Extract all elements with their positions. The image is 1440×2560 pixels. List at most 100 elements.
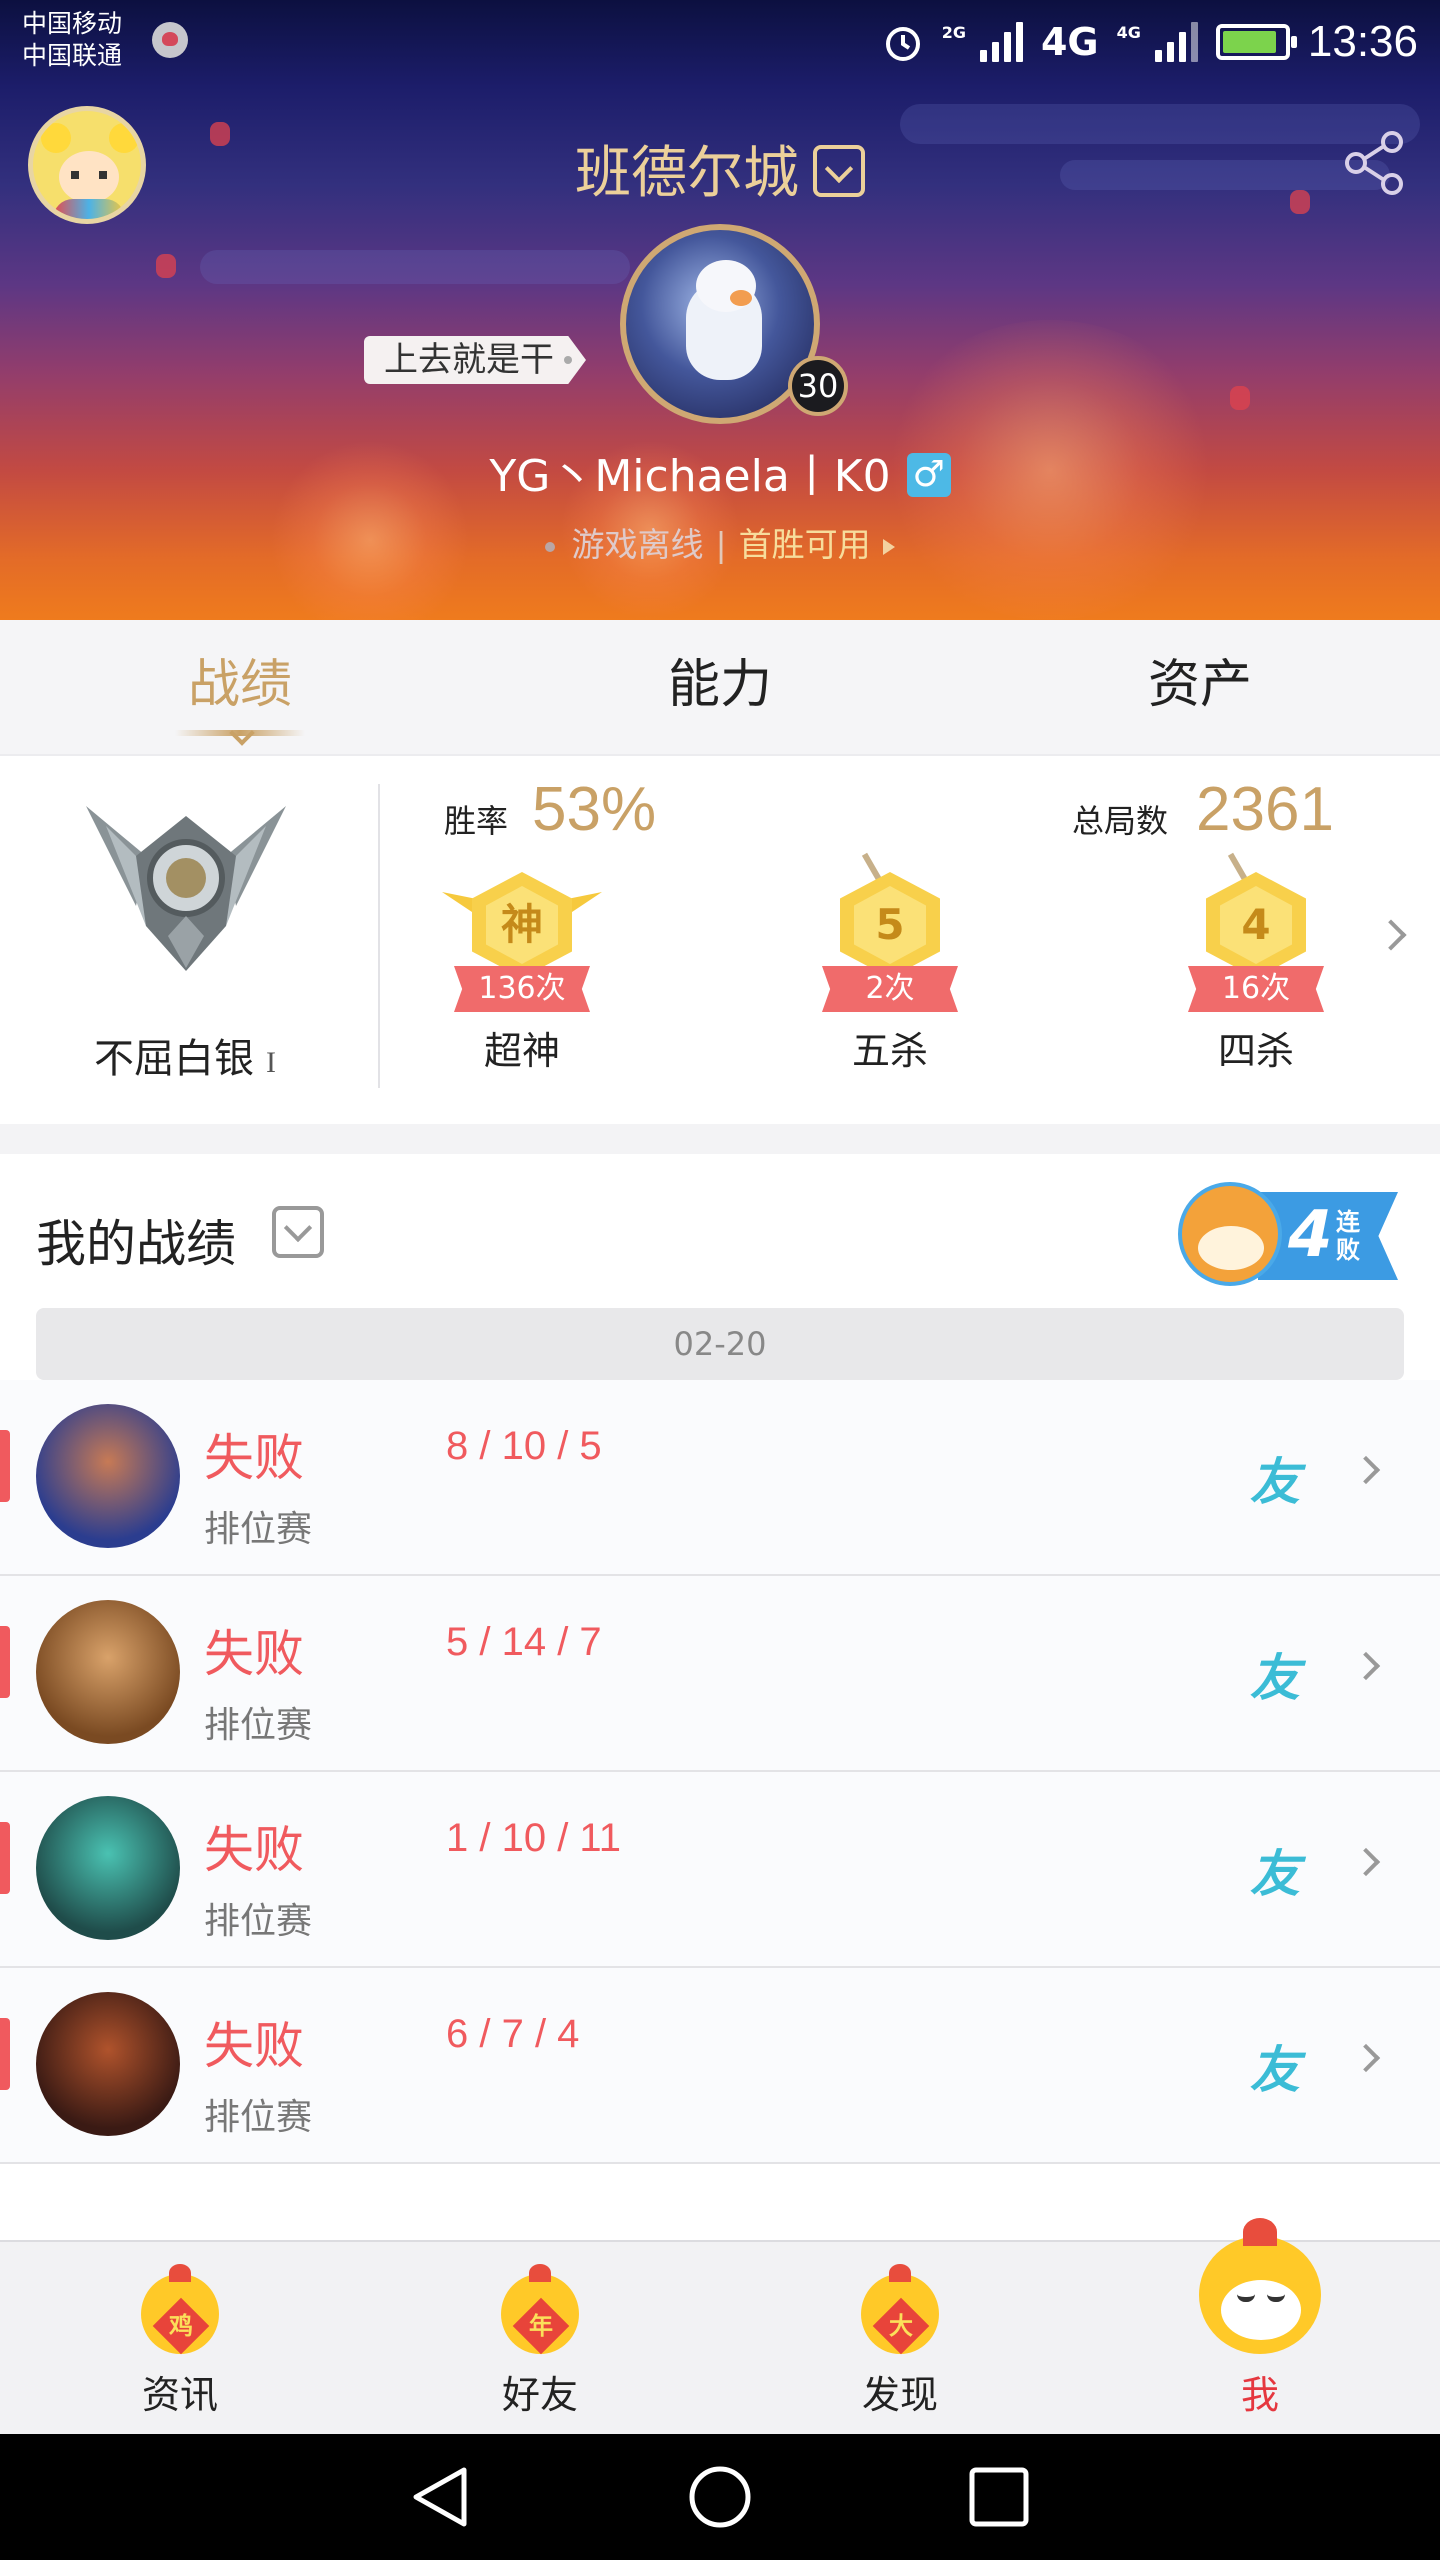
loss-indicator (0, 2018, 10, 2090)
net-2g-label: 2G (941, 22, 966, 42)
bottom-nav: 鸡 资讯 年 好友 大 发现 我 (0, 2218, 1440, 2434)
chevron-right-icon (1351, 2043, 1381, 2073)
nav-friends-glyph: 年 (529, 2312, 553, 2340)
match-result: 失败 (204, 1429, 304, 1487)
alarm-icon (885, 27, 920, 61)
friend-icon[interactable]: 友 (1250, 1638, 1300, 1710)
match-row[interactable]: 失败 6 / 7 / 4 排位赛 友 (0, 1968, 1440, 2164)
match-result: 失败 (204, 1625, 304, 1683)
pentakill-label: 五杀 (851, 1029, 928, 1073)
status-bar: 中国移动 中国联通 2G 4G 4G 13:36 (0, 0, 1440, 80)
streak-number: 4 (1288, 1198, 1333, 1272)
nav-news[interactable]: 鸡 资讯 (0, 2242, 360, 2434)
friend-icon[interactable]: 友 (1250, 2030, 1300, 2102)
legendary-count: 136次 (454, 966, 590, 1012)
match-kda: 6 / 7 / 4 (446, 2012, 580, 2056)
lantern-decoration (156, 254, 176, 278)
notification-icon (152, 22, 188, 58)
nav-friends[interactable]: 年 好友 (360, 2242, 720, 2434)
match-mode: 排位赛 (204, 1705, 313, 1746)
friend-icon[interactable]: 友 (1250, 1834, 1300, 1906)
teemo-mascot-icon (1178, 1182, 1282, 1286)
share-icon[interactable] (1340, 128, 1410, 198)
battery-icon (1215, 24, 1297, 60)
pentakill-count: 2次 (822, 966, 958, 1012)
loss-indicator (0, 1822, 10, 1894)
total-games-label: 总局数 (1072, 802, 1169, 840)
rank-tier: I (266, 1046, 276, 1079)
home-icon[interactable] (687, 2464, 753, 2530)
cloud-decoration (200, 250, 630, 284)
net-4g-small-label: 4G (1116, 22, 1141, 42)
recents-icon[interactable] (966, 2464, 1032, 2530)
quadrakill-label: 四杀 (1217, 1029, 1294, 1073)
online-status[interactable]: 游戏离线 | 首胜可用 (0, 518, 1440, 566)
match-row[interactable]: 失败 1 / 10 / 11 排位赛 友 (0, 1772, 1440, 1968)
win-rate-value: 53% (532, 775, 657, 844)
loss-indicator (0, 1626, 10, 1698)
date-header: 02-20 (36, 1308, 1404, 1380)
status-dot-icon (545, 541, 556, 552)
match-mode: 排位赛 (204, 2097, 313, 2138)
match-row[interactable]: 失败 5 / 14 / 7 排位赛 友 (0, 1576, 1440, 1772)
carrier-1: 中国移动 (22, 9, 123, 38)
nav-me-label: 我 (1240, 2373, 1279, 2417)
nav-discover[interactable]: 大 发现 (720, 2242, 1080, 2434)
chevron-down-icon (813, 144, 865, 197)
nickname-line: YG丶Michaela丨K0 ♂ (0, 440, 1440, 504)
match-mode: 排位赛 (204, 1901, 313, 1942)
back-icon[interactable] (408, 2464, 474, 2530)
losing-streak-badge[interactable]: 4 连败 (1178, 1174, 1398, 1286)
champion-avatar (36, 1404, 180, 1548)
nav-discover-glyph: 大 (889, 2312, 913, 2340)
chevron-right-icon (1351, 1651, 1381, 1681)
match-history: 我的战绩 4 连败 02-20 失败 8 / 10 / 5 排位赛 友 失败 5… (0, 1154, 1440, 2240)
tab-assets[interactable]: 资产 (960, 620, 1440, 754)
nav-news-glyph: 鸡 (169, 2312, 193, 2340)
clock: 13:36 (1307, 17, 1418, 66)
pentakill-medal: 5 2次 五杀 (800, 852, 970, 1106)
tab-records[interactable]: 战绩 (0, 620, 480, 754)
legendary-label: 超神 (483, 1029, 560, 1073)
match-history-title: 我的战绩 (36, 1215, 236, 1273)
net-4g-label: 4G (1040, 20, 1099, 64)
quadrakill-count: 16次 (1188, 966, 1324, 1012)
nav-news-label: 资讯 (141, 2373, 218, 2417)
champion-avatar (36, 1796, 180, 1940)
nickname: YG丶Michaela丨K0 (489, 451, 891, 502)
match-row[interactable]: 失败 8 / 10 / 5 排位赛 友 (0, 1380, 1440, 1576)
lantern-decoration (1230, 386, 1250, 410)
tab-ability[interactable]: 能力 (480, 620, 960, 754)
motto-tag[interactable]: 上去就是干 (364, 336, 586, 384)
match-filter-dropdown[interactable] (272, 1206, 324, 1258)
status-divider: | (715, 525, 727, 564)
system-nav-bar (0, 2434, 1440, 2560)
stats-panel[interactable]: 不屈白银 I 胜率 53% 总局数 2361 神 136次 超神 5 2次 五杀 … (0, 756, 1440, 1124)
match-kda: 5 / 14 / 7 (446, 1620, 602, 1664)
chevron-right-icon (1351, 1847, 1381, 1877)
carrier-2: 中国联通 (22, 41, 123, 70)
chick-discover-icon: 大 (855, 2264, 945, 2356)
match-kda: 8 / 10 / 5 (446, 1424, 602, 1468)
male-gender-icon: ♂ (906, 453, 951, 497)
champion-avatar (36, 1992, 180, 2136)
server-name: 班德尔城 (575, 141, 799, 206)
server-selector[interactable]: 班德尔城 (0, 128, 1440, 209)
streak-text: 连败 (1336, 1208, 1360, 1264)
play-arrow-icon (882, 538, 895, 555)
match-result: 失败 (204, 2017, 304, 2075)
nav-discover-label: 发现 (861, 2373, 938, 2417)
profile-tabs: 战绩 能力 资产 (0, 620, 1440, 756)
chevron-right-icon (1351, 1455, 1381, 1485)
signal-icon (979, 22, 1023, 62)
stats-divider (378, 784, 380, 1088)
rank-name: 不屈白银 I (94, 1036, 276, 1082)
chick-me-icon (1195, 2218, 1325, 2356)
status-icons: 2G 4G 4G 13:36 (882, 12, 1418, 72)
friend-icon[interactable]: 友 (1250, 1442, 1300, 1514)
win-rate-label: 胜率 (444, 802, 509, 840)
loss-indicator (0, 1430, 10, 1502)
nav-me[interactable]: 我 (1080, 2218, 1440, 2434)
match-result: 失败 (204, 1821, 304, 1879)
chick-friends-icon: 年 (495, 2264, 585, 2356)
